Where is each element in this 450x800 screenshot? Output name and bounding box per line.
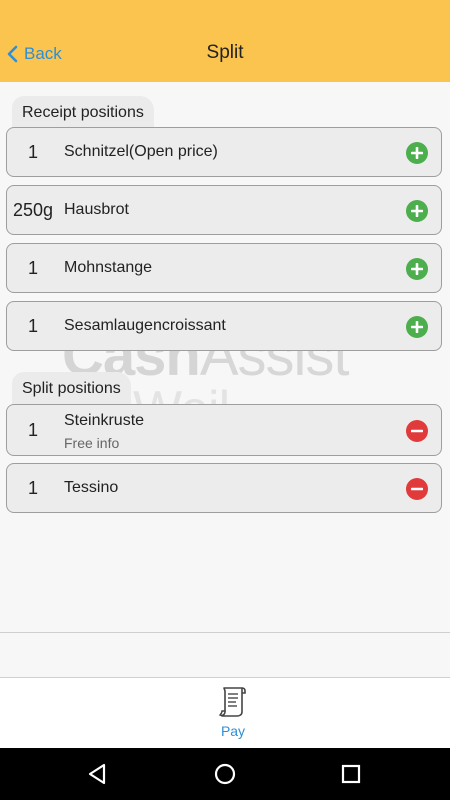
item-quantity: 1 <box>27 257 38 278</box>
receipt-row[interactable]: 250g Hausbrot <box>6 185 442 235</box>
remove-from-split-button[interactable] <box>406 420 428 442</box>
item-quantity: 1 <box>27 477 38 498</box>
app-header: Back Split <box>0 0 450 82</box>
item-quantity: 250g <box>12 199 54 220</box>
nav-recents-icon <box>341 764 361 784</box>
item-name: Hausbrot <box>64 201 129 218</box>
nav-back-button[interactable] <box>86 762 110 786</box>
page-title: Split <box>206 42 244 63</box>
plus-icon <box>411 263 423 275</box>
pay-bar: Pay <box>0 678 450 748</box>
split-row[interactable]: 1 Tessino <box>6 463 442 513</box>
android-nav-bar <box>0 748 450 800</box>
pay-label: Pay <box>220 723 246 739</box>
remove-from-split-button[interactable] <box>406 478 428 500</box>
item-name: Tessino <box>64 479 119 496</box>
item-quantity: 1 <box>27 419 38 440</box>
split-content: CashAssist ik Weil Receipt positions 1 S… <box>0 82 450 630</box>
plus-icon <box>411 321 423 333</box>
item-name: Steinkruste <box>64 412 145 429</box>
item-quantity: 1 <box>27 315 38 336</box>
plus-icon <box>411 147 423 159</box>
item-info: Free info <box>64 435 120 451</box>
add-to-split-button[interactable] <box>406 258 428 280</box>
minus-icon <box>411 429 423 433</box>
pay-button[interactable]: Pay <box>200 684 266 744</box>
nav-back-icon <box>88 763 106 785</box>
item-name: Mohnstange <box>64 259 153 276</box>
item-name: Schnitzel(Open price) <box>64 143 218 160</box>
add-to-split-button[interactable] <box>406 316 428 338</box>
minus-icon <box>411 487 423 491</box>
split-row[interactable]: 1 Steinkruste Free info <box>6 404 442 456</box>
add-to-split-button[interactable] <box>406 142 428 164</box>
split-positions-label: Split positions <box>12 372 131 406</box>
item-name: Sesamlaugencroissant <box>64 317 226 334</box>
receipt-row[interactable]: 1 Mohnstange <box>6 243 442 293</box>
nav-recents-button[interactable] <box>339 762 363 786</box>
receipt-icon <box>218 687 246 717</box>
item-quantity: 1 <box>27 141 38 162</box>
add-to-split-button[interactable] <box>406 200 428 222</box>
plus-icon <box>411 205 423 217</box>
receipt-positions-label: Receipt positions <box>12 96 154 130</box>
bottom-input-field[interactable] <box>0 632 450 678</box>
receipt-row[interactable]: 1 Sesamlaugencroissant <box>6 301 442 351</box>
nav-home-icon <box>214 763 236 785</box>
receipt-row[interactable]: 1 Schnitzel(Open price) <box>6 127 442 177</box>
nav-home-button[interactable] <box>213 762 237 786</box>
